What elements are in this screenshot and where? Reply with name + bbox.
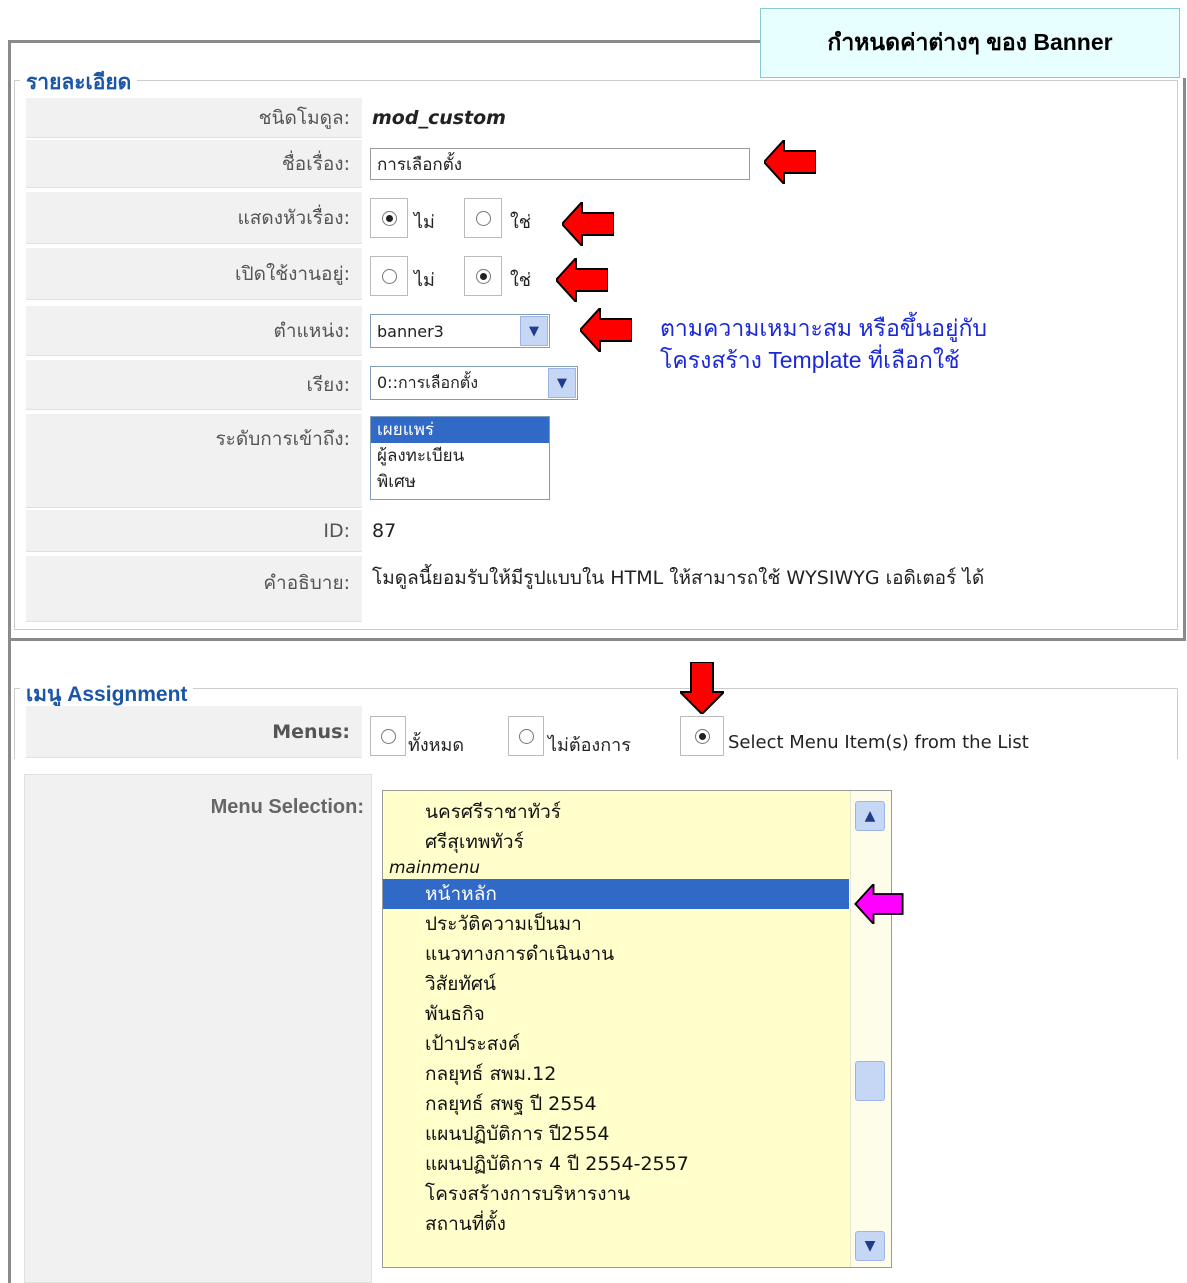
arrow-left-icon: [854, 884, 904, 924]
show-title-yes-label: ใช่: [510, 212, 532, 233]
access-option-public[interactable]: เผยแพร่: [371, 417, 549, 443]
menu-scrollbar[interactable]: ▲ ▼: [850, 791, 891, 1267]
menu-item[interactable]: แผนปฏิบัติการ 4 ปี 2554-2557: [383, 1149, 849, 1179]
menu-item[interactable]: สถานที่ตั้ง: [383, 1209, 849, 1239]
order-select[interactable]: 0::การเลือกตั้ง ▼: [370, 366, 578, 400]
module-type-value: mod_custom: [372, 107, 506, 129]
menu-item[interactable]: ประวัติความเป็นมา: [383, 909, 849, 939]
menus-none-radio[interactable]: [508, 716, 544, 756]
menu-item[interactable]: วิสัยทัศน์: [383, 969, 849, 999]
scroll-down-icon[interactable]: ▼: [855, 1231, 885, 1261]
menu-item[interactable]: กลยุทธ์ สพฐ ปี 2554: [383, 1089, 849, 1119]
chevron-down-icon[interactable]: ▼: [548, 368, 576, 398]
title-label: ชื่อเรื่อง:: [26, 140, 362, 188]
annotation-note-line1: ตามความเหมาะสม หรือขึ้นอยู่กับ: [660, 315, 988, 341]
enabled-no-radio[interactable]: [370, 256, 408, 296]
menu-item[interactable]: ศรีสุเทพทัวร์: [383, 827, 849, 857]
enabled-yes-radio[interactable]: [464, 256, 502, 296]
menu-item[interactable]: โครงสร้างการบริหารงาน: [383, 1179, 849, 1209]
arrow-down-icon: [680, 662, 724, 714]
position-label: ตำแหน่ง:: [26, 306, 362, 356]
arrow-left-icon: [562, 202, 614, 246]
menu-item[interactable]: หน้าหลัก: [383, 879, 849, 909]
show-title-no-label: ไม่: [414, 212, 435, 233]
enabled-yes-label: ใช่: [510, 270, 532, 291]
access-listbox[interactable]: เผยแพร่ ผู้ลงทะเบียน พิเศษ: [370, 416, 550, 500]
annotation-note-line2: โครงสร้าง Template ที่เลือกใช้: [660, 347, 960, 373]
position-value: banner3: [377, 321, 444, 341]
menus-none-label: ไม่ต้องการ: [548, 735, 631, 756]
banner-title: กำหนดค่าต่างๆ ของ Banner: [760, 8, 1180, 78]
arrow-left-icon: [556, 258, 608, 302]
menu-item[interactable]: แนวทางการดำเนินงาน: [383, 939, 849, 969]
module-type-label: ชนิดโมดูล:: [26, 98, 362, 138]
menu-group-header: mainmenu: [389, 858, 481, 878]
menu-selection-label-cell: [24, 774, 372, 1283]
menu-selection-listbox[interactable]: นครศรีราชาทัวร์ ศรีสุเทพทัวร์ mainmenu หน้า…: [382, 790, 892, 1268]
outer-frame-right: [1183, 78, 1186, 640]
menus-select-label: Select Menu Item(s) from the List: [728, 732, 1029, 753]
title-input[interactable]: การเลือกตั้ง: [370, 148, 750, 180]
menu-item[interactable]: แผนปฏิบัติการ ปี2554: [383, 1119, 849, 1149]
outer-frame-left: [8, 40, 11, 1283]
order-label: เรียง:: [26, 360, 362, 410]
menu-item[interactable]: พันธกิจ: [383, 999, 849, 1029]
access-option-registered[interactable]: ผู้ลงทะเบียน: [371, 443, 549, 469]
description-label: คำอธิบาย:: [26, 556, 362, 622]
menu-selection-label: Menu Selection:: [210, 796, 364, 818]
menus-all-label: ทั้งหมด: [408, 735, 465, 756]
enabled-no-label: ไม่: [414, 270, 435, 291]
access-label: ระดับการเข้าถึง:: [26, 414, 362, 508]
menus-all-radio[interactable]: [370, 716, 406, 756]
details-legend: รายละเอียด: [20, 66, 138, 99]
menu-item[interactable]: นครศรีราชาทัวร์: [383, 797, 849, 827]
access-option-special[interactable]: พิเศษ: [371, 469, 549, 495]
menu-item[interactable]: เป้าประสงค์: [383, 1029, 849, 1059]
outer-frame-top: [8, 40, 761, 43]
show-title-label: แสดงหัวเรื่อง:: [26, 192, 362, 244]
arrow-left-icon: [764, 140, 816, 184]
chevron-down-icon[interactable]: ▼: [520, 316, 548, 346]
scroll-thumb[interactable]: [855, 1061, 885, 1101]
position-select[interactable]: banner3 ▼: [370, 314, 550, 348]
menus-label: Menus:: [26, 706, 362, 758]
enabled-label: เปิดใช้งานอยู่:: [26, 248, 362, 300]
order-value: 0::การเลือกตั้ง: [377, 372, 478, 392]
menus-select-radio[interactable]: [680, 716, 724, 756]
id-label: ID:: [26, 510, 362, 552]
annotation-note: ตามความเหมาะสม หรือขึ้นอยู่กับ โครงสร้าง…: [660, 312, 1100, 376]
show-title-yes-radio[interactable]: [464, 198, 502, 238]
arrow-left-icon: [580, 308, 632, 352]
section-divider: [8, 638, 1186, 641]
description-value: โมดูลนี้ยอมรับให้มีรูปแบบใน HTML ให้สามา…: [372, 567, 985, 589]
scroll-up-icon[interactable]: ▲: [855, 801, 885, 831]
show-title-no-radio[interactable]: [370, 198, 408, 238]
id-value: 87: [372, 520, 397, 542]
menu-item[interactable]: กลยุทธ์ สพม.12: [383, 1059, 849, 1089]
